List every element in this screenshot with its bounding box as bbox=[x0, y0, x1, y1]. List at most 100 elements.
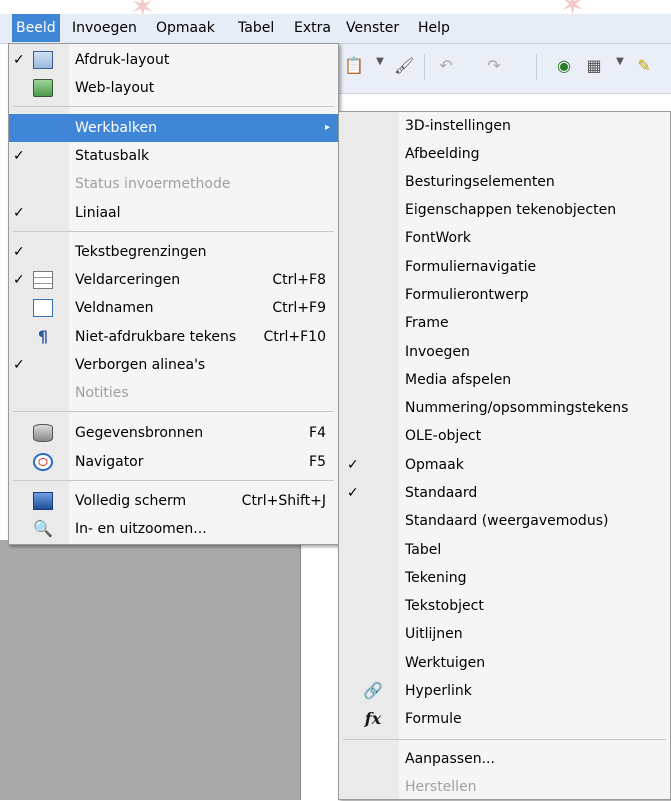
submenu-item-formulierontwerp[interactable]: Formulierontwerp bbox=[339, 281, 670, 309]
menu-separator bbox=[343, 739, 666, 740]
dropdown-icon[interactable]: ▼ bbox=[370, 56, 390, 76]
menu-item-label: Standaard bbox=[405, 485, 478, 501]
submenu-item-standaard[interactable]: ✓ Standaard bbox=[339, 479, 670, 507]
paste-icon[interactable]: 📋 bbox=[344, 56, 364, 76]
menu-item-status-invoermethode[interactable]: Status invoermethode bbox=[9, 170, 338, 198]
menu-venster[interactable]: Venster bbox=[342, 14, 403, 42]
menu-item-tekstbegrenzingen[interactable]: ✓ Tekstbegrenzingen bbox=[9, 238, 338, 266]
submenu-item-eigenschappen-tekenobjecten[interactable]: Eigenschappen tekenobjecten bbox=[339, 196, 670, 224]
submenu-item-uitlijnen[interactable]: Uitlijnen bbox=[339, 620, 670, 648]
menu-item-veldarceringen[interactable]: ✓ Veldarceringen Ctrl+F8 bbox=[9, 266, 338, 294]
menu-invoegen[interactable]: Invoegen bbox=[68, 14, 141, 42]
check-icon: ✓ bbox=[13, 148, 25, 164]
menu-item-label: Frame bbox=[405, 315, 449, 331]
menu-tabel[interactable]: Tabel bbox=[234, 14, 278, 42]
submenu-item-formule[interactable]: fx Formule bbox=[339, 705, 670, 733]
menu-item-label: Nummering/opsommingstekens bbox=[405, 400, 629, 416]
menu-item-label: Tekstobject bbox=[405, 598, 484, 614]
web-layout-icon bbox=[33, 79, 53, 97]
menu-item-veldnamen[interactable]: Veldnamen Ctrl+F9 bbox=[9, 294, 338, 322]
menu-item-verborgen-alineas[interactable]: ✓ Verborgen alinea's bbox=[9, 351, 338, 379]
submenu-item-ole-object[interactable]: OLE-object bbox=[339, 422, 670, 450]
navigator-icon[interactable]: ◉ bbox=[554, 56, 574, 76]
submenu-item-formuliernavigatie[interactable]: Formuliernavigatie bbox=[339, 253, 670, 281]
check-icon: ✓ bbox=[13, 205, 25, 221]
standard-toolbar: 📋 ▼ 🖌 ↶ ↷ ◉ ▦ ▼ ✎ bbox=[338, 44, 671, 94]
dropdown-icon[interactable]: ▼ bbox=[610, 56, 630, 76]
menu-item-label: Status invoermethode bbox=[75, 176, 231, 192]
submenu-item-werktuigen[interactable]: Werktuigen bbox=[339, 649, 670, 677]
submenu-item-invoegen[interactable]: Invoegen bbox=[339, 338, 670, 366]
menu-extra[interactable]: Extra bbox=[290, 14, 335, 42]
menu-item-werkbalken[interactable]: Werkbalken ▸ bbox=[9, 114, 338, 142]
submenu-item-standaard-weergavemodus[interactable]: Standaard (weergavemodus) bbox=[339, 507, 670, 535]
formula-icon: fx bbox=[364, 709, 382, 728]
field-shadings-icon bbox=[33, 271, 53, 289]
document-background bbox=[0, 540, 300, 800]
menu-item-label: Besturingselementen bbox=[405, 174, 555, 190]
menu-item-statusbalk[interactable]: ✓ Statusbalk bbox=[9, 142, 338, 170]
submenu-item-tekstobject[interactable]: Tekstobject bbox=[339, 592, 670, 620]
menu-item-label: Statusbalk bbox=[75, 148, 150, 164]
table-icon[interactable]: ▦ bbox=[584, 56, 604, 76]
submenu-item-tekening[interactable]: Tekening bbox=[339, 564, 670, 592]
menu-item-label: Formule bbox=[405, 711, 462, 727]
menu-item-label: Herstellen bbox=[405, 779, 477, 795]
menu-beeld[interactable]: Beeld bbox=[12, 14, 60, 42]
format-paintbrush-icon[interactable]: 🖌 bbox=[394, 56, 414, 76]
menu-item-gegevensbronnen[interactable]: Gegevensbronnen F4 bbox=[9, 419, 338, 447]
check-icon: ✓ bbox=[13, 272, 25, 288]
werkbalken-submenu: 3D-instellingen Afbeelding Besturingsele… bbox=[338, 111, 671, 800]
submenu-item-opmaak[interactable]: ✓ Opmaak bbox=[339, 451, 670, 479]
menu-item-label: Niet-afdrukbare tekens bbox=[75, 329, 237, 345]
submenu-item-besturingselementen[interactable]: Besturingselementen bbox=[339, 168, 670, 196]
toolbar-separator bbox=[536, 54, 537, 80]
submenu-item-herstellen[interactable]: Herstellen bbox=[339, 773, 670, 801]
menu-item-label: Notities bbox=[75, 385, 129, 401]
menu-item-label: Standaard (weergavemodus) bbox=[405, 513, 609, 529]
undo-icon[interactable]: ↶ bbox=[436, 56, 456, 76]
document-page bbox=[300, 540, 340, 800]
menu-item-web-layout[interactable]: Web-layout bbox=[9, 74, 338, 102]
field-names-icon bbox=[33, 299, 53, 317]
toolbar-separator bbox=[424, 54, 425, 80]
submenu-item-media-afspelen[interactable]: Media afspelen bbox=[339, 366, 670, 394]
menu-item-label: Werkbalken bbox=[75, 120, 157, 136]
submenu-item-hyperlink[interactable]: 🔗 Hyperlink bbox=[339, 677, 670, 705]
submenu-item-fontwork[interactable]: FontWork bbox=[339, 224, 670, 252]
menu-item-label: Werktuigen bbox=[405, 655, 486, 671]
submenu-arrow-icon: ▸ bbox=[324, 122, 330, 133]
submenu-item-nummering[interactable]: Nummering/opsommingstekens bbox=[339, 394, 670, 422]
check-icon: ✓ bbox=[13, 52, 25, 68]
menu-item-label: Opmaak bbox=[405, 457, 464, 473]
menu-item-zoomen[interactable]: 🔍 In- en uitzoomen... bbox=[9, 515, 338, 543]
submenu-item-3d-instellingen[interactable]: 3D-instellingen bbox=[339, 112, 670, 140]
menu-item-volledig-scherm[interactable]: Volledig scherm Ctrl+Shift+J bbox=[9, 487, 338, 515]
menu-opmaak[interactable]: Opmaak bbox=[152, 14, 219, 42]
menu-item-label: Invoegen bbox=[405, 344, 470, 360]
submenu-item-aanpassen[interactable]: Aanpassen... bbox=[339, 745, 670, 773]
menu-separator bbox=[13, 106, 334, 107]
menu-item-label: Veldnamen bbox=[75, 300, 154, 316]
submenu-item-frame[interactable]: Frame bbox=[339, 309, 670, 337]
menu-item-navigator[interactable]: Navigator F5 bbox=[9, 448, 338, 476]
menu-item-label: In- en uitzoomen... bbox=[75, 521, 207, 537]
shortcut-label: Ctrl+F10 bbox=[263, 329, 326, 345]
menu-item-afdruk-layout[interactable]: ✓ Afdruk-layout bbox=[9, 46, 338, 74]
menu-item-label: 3D-instellingen bbox=[405, 118, 511, 134]
menu-item-label: Hyperlink bbox=[405, 683, 472, 699]
menu-item-label: Media afspelen bbox=[405, 372, 512, 388]
hyperlink-icon: 🔗 bbox=[363, 681, 383, 700]
redo-icon[interactable]: ↷ bbox=[484, 56, 504, 76]
menu-item-niet-afdrukbare-tekens[interactable]: ¶ Niet-afdrukbare tekens Ctrl+F10 bbox=[9, 323, 338, 351]
pilcrow-icon: ¶ bbox=[37, 327, 49, 346]
draw-icon[interactable]: ✎ bbox=[634, 56, 654, 76]
menu-item-liniaal[interactable]: ✓ Liniaal bbox=[9, 199, 338, 227]
menu-item-notities[interactable]: Notities bbox=[9, 379, 338, 407]
submenu-item-afbeelding[interactable]: Afbeelding bbox=[339, 140, 670, 168]
menu-item-label: Volledig scherm bbox=[75, 493, 187, 509]
menu-item-label: Uitlijnen bbox=[405, 626, 463, 642]
menu-separator bbox=[13, 411, 334, 412]
menu-help[interactable]: Help bbox=[414, 14, 454, 42]
submenu-item-tabel[interactable]: Tabel bbox=[339, 536, 670, 564]
